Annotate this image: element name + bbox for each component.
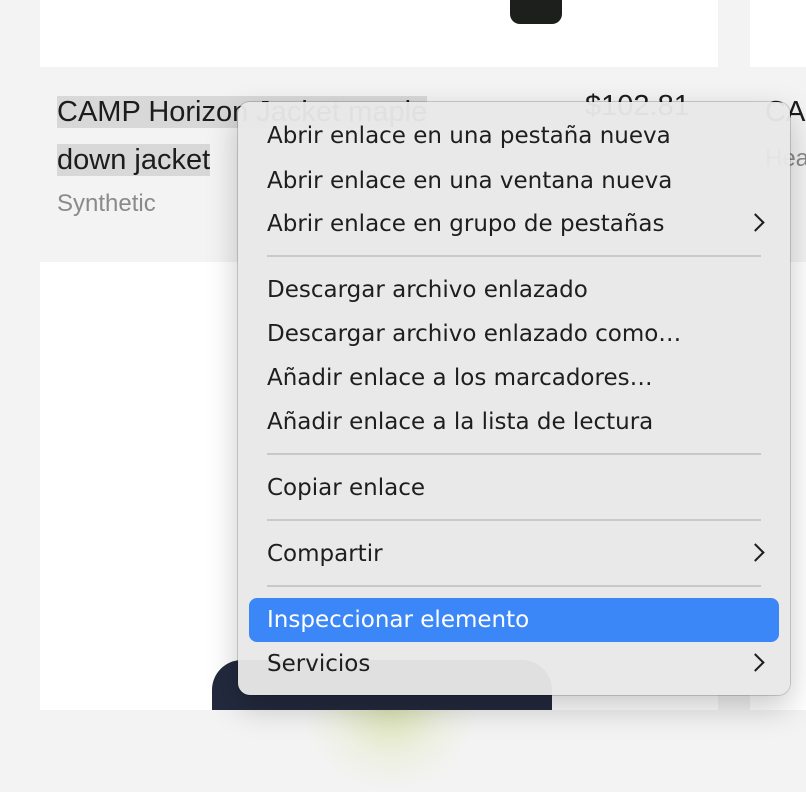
menu-item-share[interactable]: Compartir [249,532,779,576]
menu-item-label: Compartir [267,541,383,567]
menu-item-open-tab-group[interactable]: Abrir enlace en grupo de pestañas [249,202,779,246]
menu-item-label: Abrir enlace en una pestaña nueva [267,123,671,149]
menu-item-download-linked-file-as[interactable]: Descargar archivo enlazado como… [249,312,779,356]
menu-item-inspect-element[interactable]: Inspeccionar elemento [249,598,779,642]
next-product-image-card[interactable] [750,0,806,67]
menu-separator [267,585,761,587]
menu-item-open-new-window[interactable]: Abrir enlace en una ventana nueva [249,159,779,203]
jacket-image [510,0,562,24]
menu-separator [267,519,761,521]
menu-item-copy-link[interactable]: Copiar enlace [249,466,779,510]
product-material: Synthetic [57,190,156,217]
menu-item-label: Abrir enlace en una ventana nueva [267,168,673,194]
menu-item-label: Servicios [267,651,371,677]
menu-item-add-bookmark[interactable]: Añadir enlace a los marcadores… [249,356,779,400]
menu-item-open-new-tab[interactable]: Abrir enlace en una pestaña nueva [249,114,779,158]
menu-item-services[interactable]: Servicios [249,642,779,686]
menu-item-label: Copiar enlace [267,475,425,501]
menu-item-label: Descargar archivo enlazado [267,277,588,303]
menu-item-add-reading-list[interactable]: Añadir enlace a la lista de lectura [249,400,779,444]
menu-separator [267,255,761,257]
chevron-right-icon [746,213,765,232]
chevron-right-icon [746,543,765,562]
chevron-right-icon [746,653,765,672]
menu-separator [267,453,761,455]
menu-item-label: Añadir enlace a la lista de lectura [267,409,654,435]
menu-item-label: Abrir enlace en grupo de pestañas [267,211,665,237]
menu-item-label: Descargar archivo enlazado como… [267,321,682,347]
menu-item-label: Añadir enlace a los marcadores… [267,365,653,391]
menu-item-label: Inspeccionar elemento [267,607,530,633]
context-menu: Abrir enlace en una pestaña nueva Abrir … [238,102,790,695]
product-image-card[interactable] [40,0,718,67]
menu-item-download-linked-file[interactable]: Descargar archivo enlazado [249,268,779,312]
